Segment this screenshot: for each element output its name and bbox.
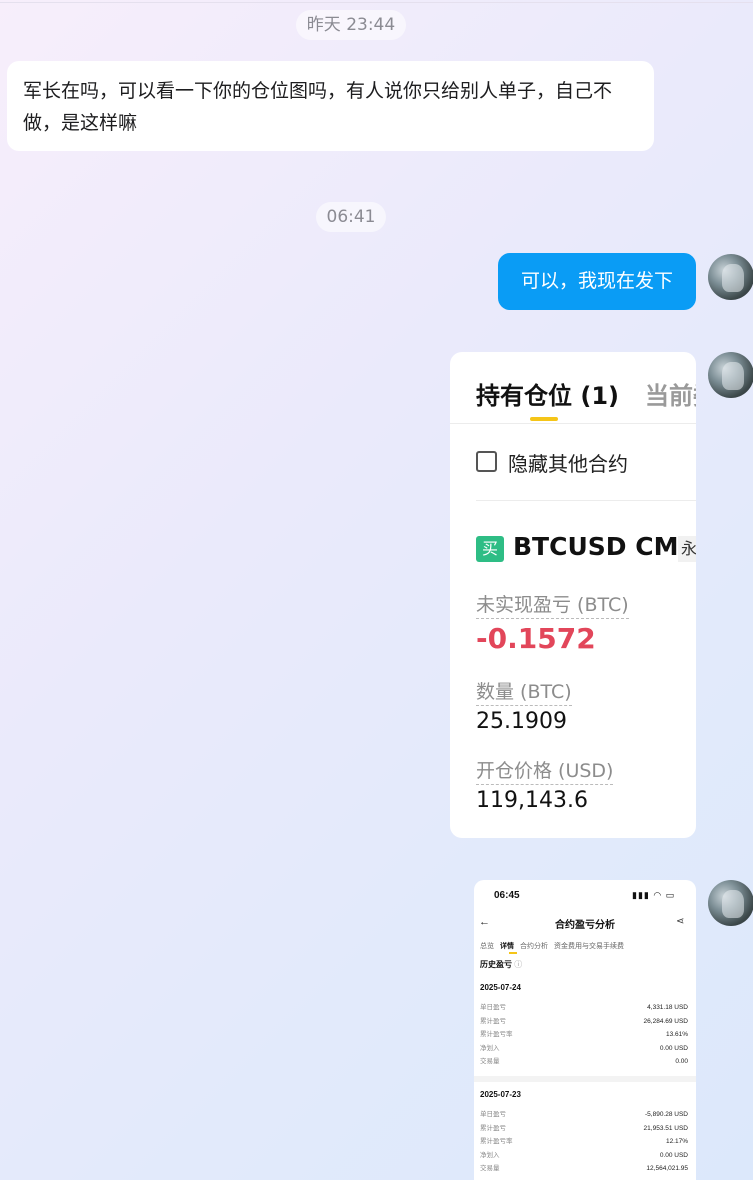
day-date: 2025-07-23 xyxy=(480,1090,521,1099)
phone-status-icons: ▮▮▮ ◠ ▭ xyxy=(632,890,676,900)
tab-holding-positions: 持有仓位 (1) xyxy=(476,382,619,410)
position-screenshot-image[interactable]: 持有仓位 (1) 当前委 隐藏其他合约 买 BTCUSD CM 永 未实现盈亏 (… xyxy=(450,352,696,838)
timestamp-yesterday: 昨天 23:44 xyxy=(296,10,406,40)
list-item: 累计盈亏 21,953.51 USD xyxy=(480,1124,688,1132)
unrealized-pnl-label: 未实现盈亏 (BTC) xyxy=(476,590,629,619)
unrealized-pnl-value: -0.1572 xyxy=(476,622,596,655)
pnl-analysis-screenshot-image[interactable]: 06:45 ▮▮▮ ◠ ▭ ← 合约盈亏分析 ⋖ 总览 详情 合约分析 资金费用与交易… xyxy=(474,880,696,1180)
entry-price-value: 119,143.6 xyxy=(476,788,588,813)
outgoing-message-bubble[interactable]: 可以，我现在发下 xyxy=(498,253,696,310)
contract-symbol: BTCUSD CM xyxy=(513,532,679,561)
phone-page-title: 合约盈亏分析 xyxy=(555,920,615,931)
tab-current-orders: 当前委 xyxy=(645,382,696,410)
checkbox-icon xyxy=(476,451,497,472)
list-item: 累计盈亏率 12.17% xyxy=(480,1138,688,1145)
list-item: 单日盈亏 -5,890.28 USD xyxy=(480,1111,688,1118)
list-item: 交易量 12,564,021.95 xyxy=(480,1165,688,1172)
history-pnl-title: 历史盈亏 ⓘ xyxy=(480,960,523,969)
list-item: 累计盈亏 26,284.69 USD xyxy=(480,1017,688,1025)
perpetual-tag: 永 xyxy=(678,536,696,562)
avatar[interactable] xyxy=(708,352,753,398)
list-item: 净划入 0.00 USD xyxy=(480,1044,688,1052)
hide-other-contracts-label: 隐藏其他合约 xyxy=(508,452,628,476)
incoming-message-bubble[interactable]: 军长在吗，可以看一下你的仓位图吗，有人说你只给别人单子，自己不做，是这样嘛 xyxy=(7,61,654,151)
entry-price-label: 开仓价格 (USD) xyxy=(476,756,614,785)
top-divider xyxy=(0,2,753,3)
avatar[interactable] xyxy=(708,254,753,300)
phone-tab-overview: 总览 xyxy=(480,943,494,950)
info-icon: ⓘ xyxy=(514,960,523,969)
phone-tab-details: 详情 xyxy=(500,943,514,950)
phone-tab-fees: 资金费用与交易手续费 xyxy=(554,943,624,950)
list-item: 累计盈亏率 13.61% xyxy=(480,1031,688,1038)
phone-time: 06:45 xyxy=(494,890,520,901)
section-separator xyxy=(474,1076,696,1082)
phone-tab-contract-analysis: 合约分析 xyxy=(520,943,548,950)
timestamp-today: 06:41 xyxy=(316,202,386,232)
list-item: 交易量 0.00 xyxy=(480,1058,688,1065)
quantity-label: 数量 (BTC) xyxy=(476,677,572,706)
phone-tabs: 总览 详情 合约分析 资金费用与交易手续费 xyxy=(480,941,630,951)
list-item: 净划入 0.00 USD xyxy=(480,1151,688,1159)
buy-badge: 买 xyxy=(476,536,504,562)
list-item: 单日盈亏 4,331.18 USD xyxy=(480,1004,688,1011)
phone-tab-underline xyxy=(509,952,517,954)
divider xyxy=(450,423,696,424)
tab-underline xyxy=(530,417,558,421)
divider xyxy=(476,500,696,501)
share-icon: ⋖ xyxy=(676,916,685,927)
position-tabs: 持有仓位 (1) 当前委 xyxy=(476,376,696,411)
day-date: 2025-07-24 xyxy=(480,983,521,992)
avatar[interactable] xyxy=(708,880,753,926)
quantity-value: 25.1909 xyxy=(476,709,567,734)
